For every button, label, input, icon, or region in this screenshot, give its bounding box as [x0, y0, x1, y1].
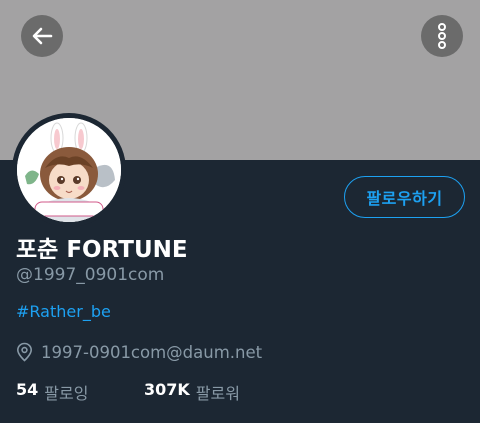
profile-bio-hashtag[interactable]: #Rather_be: [16, 302, 111, 321]
followers-label: 팔로워: [195, 384, 240, 403]
avatar-illustration: [17, 118, 121, 222]
followers-count: 307K: [144, 380, 190, 399]
following-count: 54: [16, 380, 39, 399]
profile-location: 1997-0901com@daum.net: [16, 342, 262, 362]
profile-stats: 54 팔로잉 307K 팔로워: [16, 380, 240, 404]
followers-stat[interactable]: 307K 팔로워: [144, 380, 240, 404]
following-stat[interactable]: 54 팔로잉: [16, 380, 144, 404]
arrow-left-icon: [32, 27, 53, 45]
profile-handle: @1997_0901com: [16, 265, 165, 285]
more-options-button[interactable]: [421, 15, 463, 57]
following-label: 팔로잉: [44, 384, 89, 403]
profile-name: 포춘 FORTUNE: [16, 237, 188, 263]
location-text: 1997-0901com@daum.net: [41, 342, 263, 362]
back-button[interactable]: [21, 15, 63, 57]
location-pin-icon: [16, 342, 33, 362]
profile-avatar[interactable]: [12, 113, 126, 227]
more-vertical-icon: [438, 23, 446, 49]
avatar-image: [17, 118, 121, 222]
follow-button[interactable]: 팔로우하기: [344, 176, 465, 218]
